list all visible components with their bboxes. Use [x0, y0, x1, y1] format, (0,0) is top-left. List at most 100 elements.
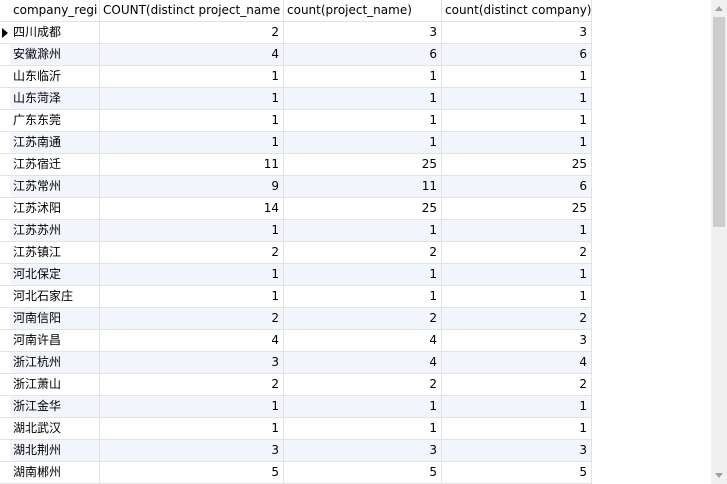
table-row[interactable]: 河北石家庄 1 1 1	[0, 286, 592, 308]
cell-company-region[interactable]: 山东临沂	[10, 66, 100, 88]
cell-count-project[interactable]: 1	[284, 396, 442, 418]
cell-count-project[interactable]: 4	[284, 330, 442, 352]
cell-count-distinct-company[interactable]: 2	[442, 374, 592, 396]
cell-count-distinct-company[interactable]: 1	[442, 132, 592, 154]
cell-count-project[interactable]: 2	[284, 242, 442, 264]
row-selector[interactable]	[0, 198, 10, 220]
row-selector[interactable]	[0, 88, 10, 110]
row-selector[interactable]	[0, 110, 10, 132]
cell-count-project[interactable]: 1	[284, 220, 442, 242]
cell-count-distinct-project[interactable]: 1	[100, 220, 284, 242]
scroll-up-arrow-icon[interactable]	[715, 6, 723, 11]
table-row[interactable]: 河南许昌 4 4 3	[0, 330, 592, 352]
row-selector[interactable]	[0, 264, 10, 286]
table-row[interactable]: 江苏宿迁 11 25 25	[0, 154, 592, 176]
cell-count-project[interactable]: 25	[284, 198, 442, 220]
cell-count-distinct-project[interactable]: 11	[100, 154, 284, 176]
row-selector[interactable]	[0, 418, 10, 440]
row-selector[interactable]	[0, 22, 10, 44]
cell-count-distinct-company[interactable]: 3	[442, 22, 592, 44]
cell-company-region[interactable]: 湖北荆州	[10, 440, 100, 462]
cell-count-distinct-project[interactable]: 1	[100, 132, 284, 154]
row-selector[interactable]	[0, 396, 10, 418]
cell-count-distinct-project[interactable]: 9	[100, 176, 284, 198]
row-selector[interactable]	[0, 352, 10, 374]
row-selector[interactable]	[0, 462, 10, 484]
table-row[interactable]: 浙江杭州 3 4 4	[0, 352, 592, 374]
cell-company-region[interactable]: 江苏镇江	[10, 242, 100, 264]
cell-count-project[interactable]: 1	[284, 110, 442, 132]
cell-count-project[interactable]: 1	[284, 286, 442, 308]
row-selector[interactable]	[0, 374, 10, 396]
row-selector[interactable]	[0, 330, 10, 352]
cell-count-distinct-project[interactable]: 1	[100, 286, 284, 308]
cell-count-project[interactable]: 1	[284, 264, 442, 286]
cell-count-distinct-company[interactable]: 1	[442, 66, 592, 88]
cell-count-distinct-project[interactable]: 5	[100, 462, 284, 484]
cell-company-region[interactable]: 湖南郴州	[10, 462, 100, 484]
table-row[interactable]: 广东东莞 1 1 1	[0, 110, 592, 132]
cell-count-distinct-company[interactable]: 6	[442, 44, 592, 66]
cell-count-distinct-project[interactable]: 1	[100, 396, 284, 418]
table-row[interactable]: 湖北荆州 3 3 3	[0, 440, 592, 462]
row-selector[interactable]	[0, 242, 10, 264]
table-row[interactable]: 湖南郴州 5 5 5	[0, 462, 592, 484]
column-header-count-project[interactable]: count(project_name)	[284, 0, 442, 22]
cell-count-project[interactable]: 6	[284, 44, 442, 66]
cell-company-region[interactable]: 浙江金华	[10, 396, 100, 418]
cell-count-project[interactable]: 1	[284, 66, 442, 88]
cell-company-region[interactable]: 江苏南通	[10, 132, 100, 154]
cell-count-project[interactable]: 3	[284, 22, 442, 44]
cell-count-distinct-project[interactable]: 3	[100, 352, 284, 374]
cell-count-distinct-company[interactable]: 1	[442, 220, 592, 242]
cell-count-project[interactable]: 2	[284, 374, 442, 396]
table-row[interactable]: 浙江金华 1 1 1	[0, 396, 592, 418]
table-row[interactable]: 山东临沂 1 1 1	[0, 66, 592, 88]
cell-company-region[interactable]: 四川成都	[10, 22, 100, 44]
table-row[interactable]: 湖北武汉 1 1 1	[0, 418, 592, 440]
cell-count-distinct-company[interactable]: 5	[442, 462, 592, 484]
vertical-scrollbar[interactable]	[711, 0, 727, 484]
cell-count-project[interactable]: 1	[284, 132, 442, 154]
cell-count-project[interactable]: 11	[284, 176, 442, 198]
cell-count-distinct-company[interactable]: 25	[442, 198, 592, 220]
cell-company-region[interactable]: 浙江萧山	[10, 374, 100, 396]
cell-count-distinct-company[interactable]: 1	[442, 396, 592, 418]
row-selector[interactable]	[0, 308, 10, 330]
cell-count-distinct-company[interactable]: 25	[442, 154, 592, 176]
row-selector[interactable]	[0, 154, 10, 176]
table-row[interactable]: 江苏沭阳 14 25 25	[0, 198, 592, 220]
cell-count-distinct-project[interactable]: 2	[100, 308, 284, 330]
row-selector[interactable]	[0, 44, 10, 66]
row-selector[interactable]	[0, 66, 10, 88]
cell-count-distinct-company[interactable]: 3	[442, 330, 592, 352]
cell-count-distinct-project[interactable]: 2	[100, 374, 284, 396]
table-row[interactable]: 河南信阳 2 2 2	[0, 308, 592, 330]
cell-company-region[interactable]: 湖北武汉	[10, 418, 100, 440]
cell-count-distinct-project[interactable]: 4	[100, 44, 284, 66]
cell-count-distinct-company[interactable]: 4	[442, 352, 592, 374]
cell-count-distinct-project[interactable]: 2	[100, 242, 284, 264]
cell-count-distinct-company[interactable]: 6	[442, 176, 592, 198]
cell-company-region[interactable]: 江苏苏州	[10, 220, 100, 242]
cell-count-distinct-project[interactable]: 3	[100, 440, 284, 462]
cell-count-distinct-project[interactable]: 4	[100, 330, 284, 352]
table-row[interactable]: 江苏苏州 1 1 1	[0, 220, 592, 242]
table-row[interactable]: 江苏南通 1 1 1	[0, 132, 592, 154]
cell-company-region[interactable]: 河北石家庄	[10, 286, 100, 308]
cell-count-distinct-company[interactable]: 1	[442, 286, 592, 308]
cell-count-project[interactable]: 25	[284, 154, 442, 176]
cell-company-region[interactable]: 山东菏泽	[10, 88, 100, 110]
column-header-count-distinct-project[interactable]: COUNT(distinct project_name )	[100, 0, 284, 22]
table-row[interactable]: 四川成都 2 3 3	[0, 22, 592, 44]
cell-count-project[interactable]: 1	[284, 418, 442, 440]
cell-company-region[interactable]: 江苏常州	[10, 176, 100, 198]
cell-count-project[interactable]: 4	[284, 352, 442, 374]
cell-company-region[interactable]: 江苏沭阳	[10, 198, 100, 220]
cell-count-project[interactable]: 5	[284, 462, 442, 484]
cell-count-project[interactable]: 1	[284, 88, 442, 110]
cell-count-distinct-project[interactable]: 1	[100, 66, 284, 88]
cell-company-region[interactable]: 江苏宿迁	[10, 154, 100, 176]
cell-count-distinct-project[interactable]: 1	[100, 88, 284, 110]
cell-company-region[interactable]: 河南信阳	[10, 308, 100, 330]
